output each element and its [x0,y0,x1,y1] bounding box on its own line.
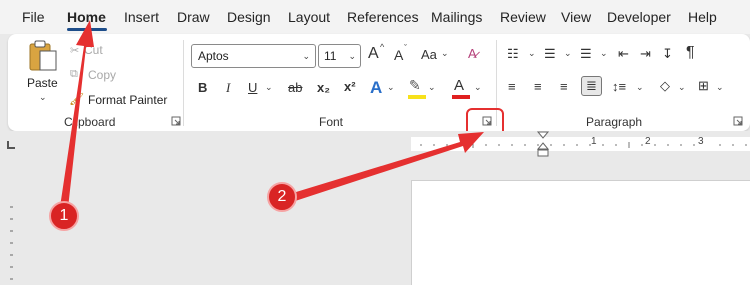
numbering-icon[interactable]: ☰ [544,46,556,62]
shading-icon[interactable]: ◇ [660,78,670,94]
multilevel-list-icon[interactable]: ☰ [580,46,592,62]
format-painter-icon[interactable]: 🖌 [69,92,84,106]
highlighter-icon[interactable]: ✎ [409,77,421,94]
tab-selector-icon[interactable] [7,141,15,149]
grow-font-button[interactable]: A [368,45,379,63]
font-group-label: Font [319,115,344,129]
borders-icon[interactable]: ⊞ [698,78,709,94]
text-effects-button[interactable]: A [370,78,382,98]
paragraph-group-label: Paragraph [586,115,643,129]
tab-mailings[interactable]: Mailings [431,9,482,25]
horizontal-ruler[interactable]: 1 2 3 [411,136,750,151]
decrease-indent-icon[interactable]: ⇤ [618,46,629,62]
bold-button[interactable]: B [198,80,207,95]
tab-references[interactable]: References [347,9,419,25]
bullets-icon[interactable]: ☷ [507,46,519,62]
italic-button[interactable]: I [226,80,230,96]
sort-icon[interactable]: ↧ [662,46,673,62]
font-name-field[interactable]: Aptos ⌄ [191,44,316,68]
clipboard-group-label: Clipboard [64,115,116,129]
format-painter-button[interactable]: Format Painter [88,93,167,107]
tab-layout[interactable]: Layout [288,9,330,25]
step-badge-1: 1 [49,201,79,231]
copy-button[interactable]: Copy [88,68,116,82]
underline-chevron-icon[interactable]: ⌄ [265,82,273,93]
font-size-field[interactable]: 11 ⌄ [318,44,361,68]
ruler-number: 3 [698,136,704,147]
align-right-icon[interactable]: ≡ [560,79,568,94]
font-size-value: 11 [324,49,337,63]
paragraph-dialog-launcher-icon[interactable] [733,116,743,126]
increase-indent-icon[interactable]: ⇥ [640,46,651,62]
bullets-chevron-icon[interactable]: ⌄ [528,48,536,59]
text-effects-chevron-icon[interactable]: ⌄ [387,82,395,93]
ruler-number: 2 [645,136,651,147]
align-left-icon[interactable]: ≡ [508,79,516,94]
tab-help[interactable]: Help [688,9,717,25]
superscript-button[interactable]: x² [344,79,356,94]
align-center-icon[interactable]: ≡ [534,79,542,94]
font-name-chevron-icon[interactable]: ⌄ [302,51,310,62]
font-name-value: Aptos [198,49,229,63]
justify-icon[interactable]: ≣ [581,76,602,96]
tab-draw[interactable]: Draw [177,9,210,25]
font-size-chevron-icon[interactable]: ⌄ [348,51,356,62]
tab-design[interactable]: Design [227,9,271,25]
cut-icon[interactable]: ✂ [70,44,79,57]
ribbon: Paste ⌄ ✂ Cut ⧉ Copy 🖌 Format Painter Cl… [8,34,750,131]
separator [183,40,184,126]
step-badge-2: 2 [267,182,297,212]
clear-formatting-icon[interactable]: A̷ [468,46,477,61]
tab-home[interactable]: Home [67,9,106,25]
tab-insert[interactable]: Insert [124,9,159,25]
paste-icon[interactable] [26,40,60,72]
numbering-chevron-icon[interactable]: ⌄ [564,48,572,59]
indent-markers-icon[interactable] [536,131,550,157]
change-case-button[interactable]: Aa [421,47,437,62]
active-tab-indicator [67,28,107,31]
borders-chevron-icon[interactable]: ⌄ [716,82,724,93]
copy-icon[interactable]: ⧉ [70,68,78,81]
underline-button[interactable]: U [248,80,257,95]
highlight-color-swatch [408,95,426,99]
vertical-ruler [10,206,13,280]
tab-review[interactable]: Review [500,9,546,25]
tab-view[interactable]: View [561,9,591,25]
highlight-chevron-icon[interactable]: ⌄ [428,82,436,93]
cut-button[interactable]: Cut [84,43,103,57]
subscript-button[interactable]: x₂ [317,80,330,95]
menu-bar: File Home Insert Draw Design Layout Refe… [0,0,750,34]
paste-button[interactable]: Paste [27,76,58,90]
font-color-swatch [452,95,470,99]
strikethrough-button[interactable]: ab [288,80,302,95]
shrink-font-caret-icon: ˇ [404,43,407,53]
line-spacing-icon[interactable]: ↕≡ [612,79,626,94]
line-spacing-chevron-icon[interactable]: ⌄ [636,82,644,93]
font-color-chevron-icon[interactable]: ⌄ [474,82,482,93]
shrink-font-button[interactable]: A [394,47,403,63]
document-page[interactable] [411,180,750,285]
grow-font-caret-icon: ^ [380,42,385,52]
clipboard-dialog-launcher-icon[interactable] [171,116,181,126]
tab-developer[interactable]: Developer [607,9,671,25]
shading-chevron-icon[interactable]: ⌄ [678,82,686,93]
show-hide-formatting-icon[interactable]: ¶ [686,44,695,62]
ruler-number: 1 [591,136,597,147]
tab-file[interactable]: File [22,9,45,25]
paste-dropdown-chevron-icon[interactable]: ⌄ [39,92,47,103]
font-color-button[interactable]: A [454,77,464,94]
multilevel-list-chevron-icon[interactable]: ⌄ [600,48,608,59]
change-case-chevron-icon[interactable]: ⌄ [441,48,449,59]
